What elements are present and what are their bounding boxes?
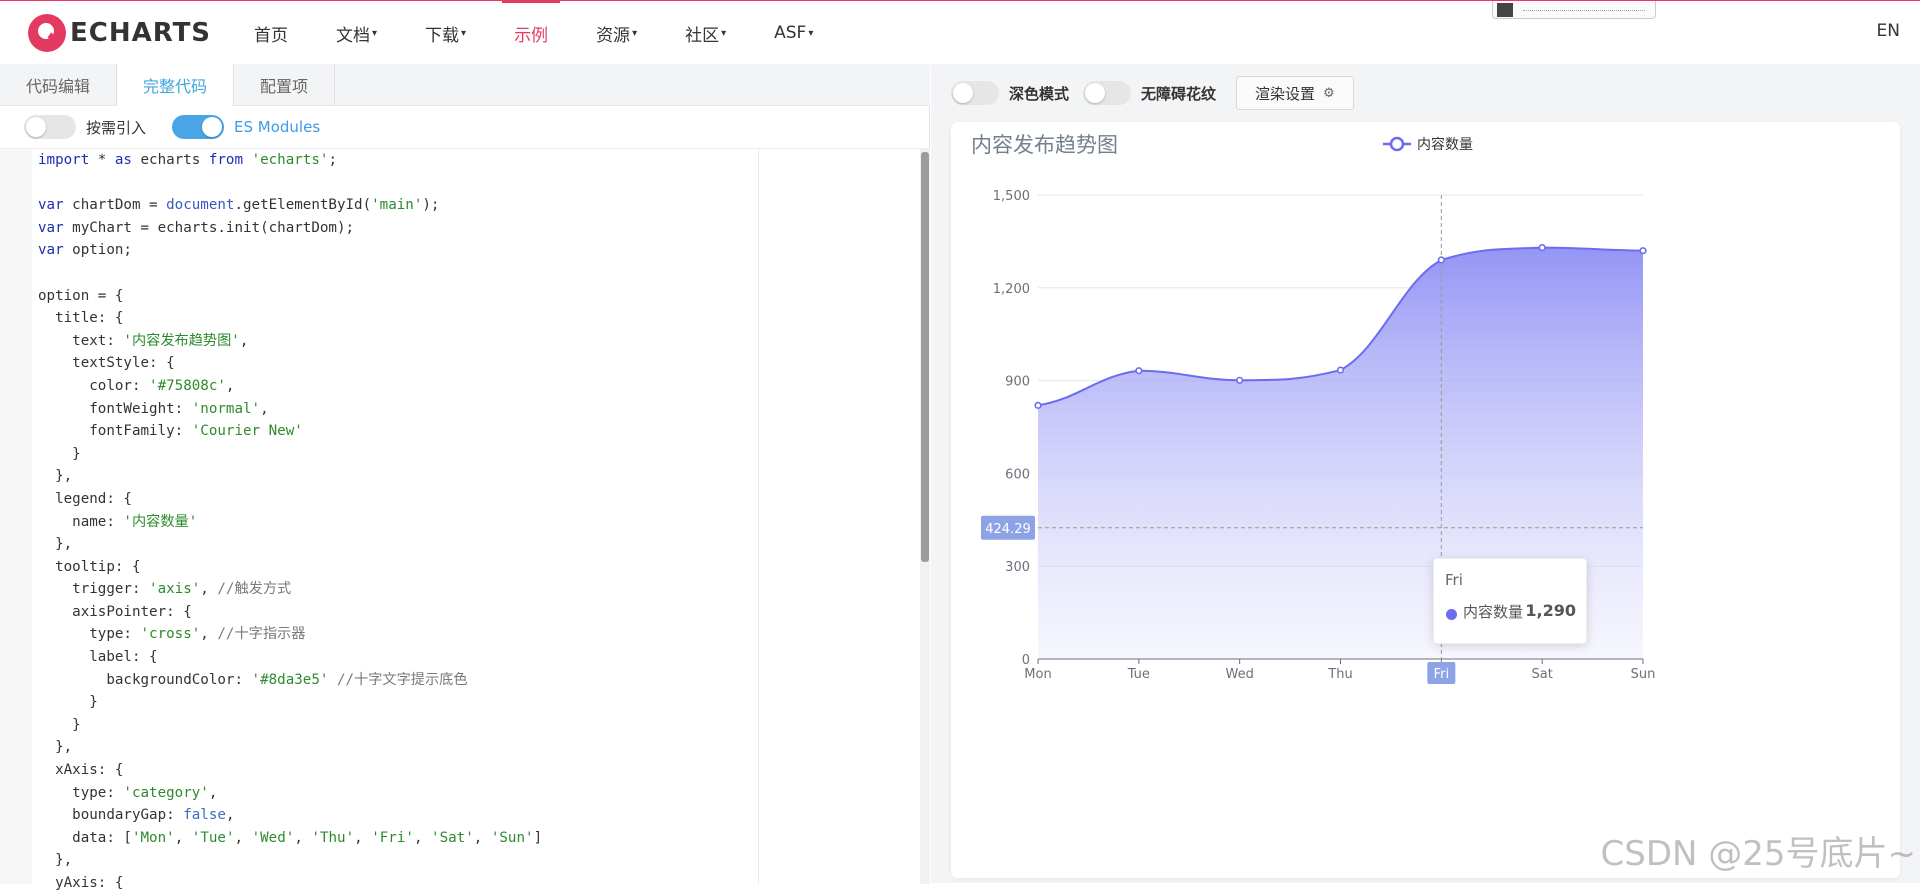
nav-item-2[interactable]: 下载 ▾ [401, 1, 490, 65]
y-tick-label: 1,500 [993, 189, 1030, 204]
x-tick-label: Tue [1127, 667, 1150, 682]
nav-item-4[interactable]: 资源 ▾ [572, 1, 661, 65]
tooltip-marker [1446, 609, 1457, 620]
caret-down-icon: ▾ [808, 27, 814, 39]
render-settings-button[interactable]: 渲染设置 ⚙ [1236, 76, 1354, 110]
on-demand-import-label: 按需引入 [86, 118, 147, 137]
editor-scrollbar-thumb[interactable] [921, 152, 929, 562]
tab-0[interactable]: 代码编辑 [0, 64, 118, 106]
x-tick-label: Sat [1532, 667, 1553, 682]
data-point-fri [1437, 256, 1445, 264]
es-modules-toggle[interactable] [172, 115, 225, 139]
import-options: 按需引入 ES Modules [0, 106, 930, 148]
es-modules-label: ES Modules [234, 118, 321, 136]
code-tabs: 代码编辑 完整代码 配置项 [0, 64, 930, 106]
legend-marker [1389, 136, 1405, 152]
caret-down-icon: ▾ [632, 27, 638, 39]
nav-item-label: 下载 [425, 25, 460, 46]
data-point-sat [1538, 243, 1546, 252]
data-point-sun [1639, 247, 1647, 255]
preview-panel: 深色模式 无障碍花纹 渲染设置 ⚙ 0 300 600 900 1,200 1,500 Mo… [931, 64, 1920, 883]
y-tick-label: 300 [1005, 560, 1030, 575]
nav-item-label: 首页 [254, 25, 288, 46]
nav-item-5[interactable]: 社区 ▾ [661, 1, 750, 65]
x-tick-label: Fri [1434, 667, 1450, 682]
render-settings-label: 渲染设置 [1255, 84, 1316, 103]
echarts-logo[interactable]: ECHARTS [28, 13, 211, 53]
tooltip-category: Fri [1445, 571, 1463, 589]
crosshair-y-label: 424.29 [985, 522, 1031, 537]
logo-text: ECHARTS [70, 18, 212, 48]
caret-down-icon: ▾ [461, 27, 467, 39]
area-chart[interactable]: 0 300 600 900 1,200 1,500 Mon Tue Wed Thu Fri Sat Su… [951, 122, 1900, 878]
x-tick-label: Mon [1024, 667, 1051, 682]
preview-toolbar: 深色模式 无障碍花纹 渲染设置 ⚙ [951, 76, 1354, 110]
nav-item-label: ASF [774, 23, 807, 43]
caret-down-icon: ▾ [721, 27, 727, 39]
decal-label: 无障碍花纹 [1141, 84, 1217, 103]
dark-mode-toggle[interactable] [951, 81, 999, 105]
tab-2[interactable]: 配置项 [234, 64, 336, 106]
y-tick-label: 600 [1005, 467, 1030, 482]
dark-mode-label: 深色模式 [1009, 84, 1070, 103]
data-point-thu [1336, 366, 1345, 374]
chart-title: 内容发布趋势图 [971, 133, 1118, 157]
chart-container[interactable]: 0 300 600 900 1,200 1,500 Mon Tue Wed Thu Fri Sat Su… [951, 122, 1900, 878]
y-tick-label: 1,200 [993, 282, 1030, 297]
nav-item-3[interactable]: 示例 [490, 0, 572, 65]
code-editor[interactable]: import * as echarts from 'echarts'; var … [0, 148, 930, 891]
tab-1[interactable]: 完整代码 [117, 64, 235, 106]
csdn-watermark: CSDN @25号底片~ [1600, 834, 1917, 874]
print-margin [758, 149, 759, 884]
on-demand-import-toggle[interactable] [24, 115, 76, 139]
caret-down-icon: ▾ [372, 27, 378, 39]
nav-item-label: 资源 [596, 25, 631, 46]
chart-tooltip: Fri 内容数量 1,290 [1433, 558, 1587, 644]
y-tick-label: 0 [1022, 653, 1030, 668]
editor-gutter [0, 149, 32, 884]
language-switch[interactable]: EN [1877, 21, 1900, 41]
code-content[interactable]: import * as echarts from 'echarts'; var … [38, 149, 542, 895]
code-panel: 代码编辑 完整代码 配置项 按需引入 ES Modules import * as … [0, 64, 930, 891]
data-point-wed [1236, 376, 1244, 384]
x-tick-label: Wed [1225, 667, 1253, 682]
top-nav: ECHARTS 首页 文档 ▾ 下载 ▾ 示例 资源 ▾ 社区 ▾ ASF ▾ EN [0, 0, 1920, 64]
legend[interactable]: 内容数量 [1383, 136, 1473, 153]
data-point-mon [1034, 401, 1042, 409]
x-tick-label: Sun [1631, 667, 1656, 682]
tooltip-series-name: 内容数量 [1463, 603, 1524, 621]
nav-item-0[interactable]: 首页 [230, 1, 312, 65]
nav-item-label: 社区 [685, 25, 720, 46]
data-point-tue [1135, 367, 1143, 375]
x-tick-label: Thu [1327, 667, 1352, 682]
nav-menu: 首页 文档 ▾ 下载 ▾ 示例 资源 ▾ 社区 ▾ ASF ▾ [230, 0, 837, 65]
preview-thumbnail[interactable] [1492, 1, 1656, 19]
gear-icon: ⚙ [1323, 85, 1335, 101]
echarts-logo-icon [28, 14, 66, 52]
nav-item-label: 文档 [336, 25, 370, 46]
decal-toggle[interactable] [1083, 81, 1132, 105]
legend-label: 内容数量 [1417, 136, 1473, 153]
editor-scrollbar[interactable] [920, 149, 930, 884]
nav-item-1[interactable]: 文档 ▾ [312, 1, 401, 65]
tooltip-value: 1,290 [1525, 601, 1576, 620]
nav-item-label: 示例 [514, 25, 549, 46]
nav-item-6[interactable]: ASF ▾ [750, 1, 837, 65]
y-tick-label: 900 [1005, 375, 1030, 390]
